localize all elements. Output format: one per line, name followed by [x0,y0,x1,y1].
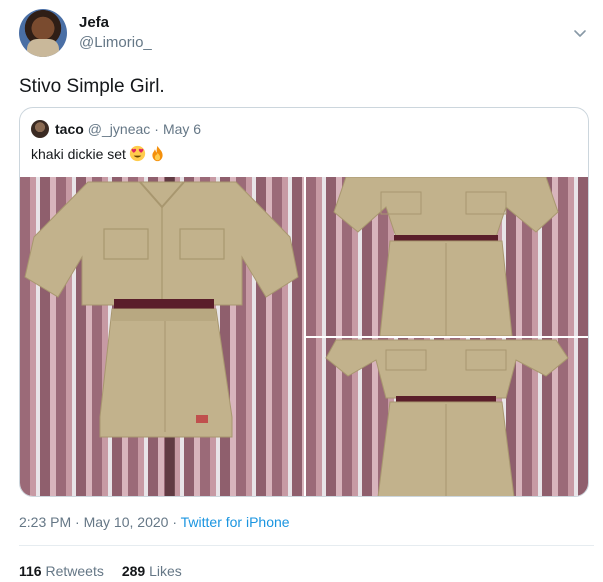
tweet-date[interactable]: May 10, 2020 [84,514,169,530]
tweet-timestamp: 2:23 PM · May 10, 2020 · Twitter for iPh… [19,514,290,530]
likes-label: Likes [149,563,182,579]
timestamp-separator: · [75,514,80,530]
quoted-author-name: taco [55,121,84,137]
quoted-text-content: khaki dickie set [31,145,126,162]
tweet-source-link[interactable]: Twitter for iPhone [181,514,290,530]
quoted-date: May 6 [162,121,202,137]
likes-count: 289 [121,563,146,579]
author-names[interactable]: Jefa @Limorio_ [79,13,152,53]
source-separator: · [172,514,177,530]
quoted-author-avatar [31,120,49,138]
author-avatar[interactable] [19,9,67,57]
heart-eyes-emoji [129,145,146,162]
tweet-header: Jefa @Limorio_ [19,9,594,61]
divider [19,545,594,546]
media-image-2[interactable] [306,177,588,336]
author-display-name[interactable]: Jefa [79,13,152,33]
quoted-author-handle: @_jyneac [87,121,151,137]
tweet-stats: 116 Retweets 289 Likes [19,563,200,579]
media-image-3[interactable] [306,338,588,496]
author-handle[interactable]: @Limorio_ [79,33,152,53]
media-grid [20,177,588,496]
tweet-time[interactable]: 2:23 PM [19,514,71,530]
tweet-text: Stivo Simple Girl. [19,76,165,97]
quoted-tweet[interactable]: taco @_jyneac · May 6 khaki dickie set [19,107,589,497]
media-image-1[interactable] [20,177,304,496]
retweets-count: 116 [19,563,42,579]
quoted-separator: · [154,121,159,137]
retweets-label: Retweets [45,563,104,579]
likes-stat[interactable]: 289 Likes [122,563,182,579]
retweets-stat[interactable]: 116 Retweets [19,563,104,579]
fire-emoji [152,145,163,162]
quoted-tweet-header: taco @_jyneac · May 6 [31,119,201,139]
quoted-tweet-text: khaki dickie set [31,145,166,162]
chevron-down-icon[interactable] [572,25,588,41]
